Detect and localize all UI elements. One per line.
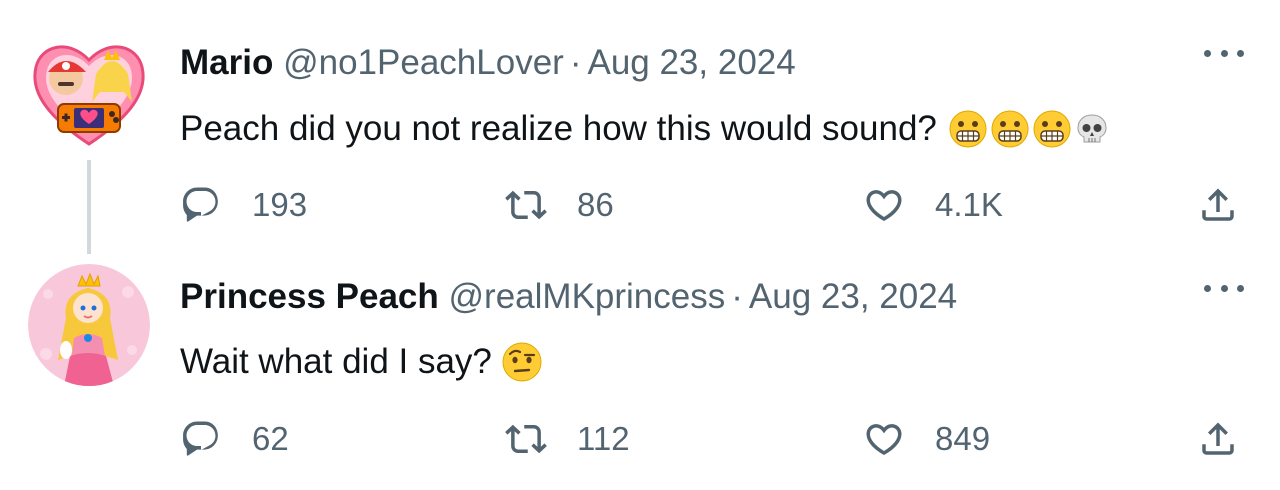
tweet-actions: 62 112 849 bbox=[180, 414, 1260, 464]
tweet-text-content: Wait what did I say? bbox=[180, 342, 492, 381]
reply-icon bbox=[183, 187, 218, 222]
user-handle[interactable]: @no1PeachLover bbox=[283, 43, 564, 82]
retweet-icon bbox=[505, 190, 547, 220]
reply-icon bbox=[183, 421, 218, 456]
tweet-header: Princess Peach @realMKprincess · Aug 23, 2… bbox=[180, 277, 957, 317]
more-options-icon[interactable] bbox=[1204, 45, 1244, 61]
timestamp[interactable]: Aug 23, 2024 bbox=[749, 277, 957, 316]
like-button[interactable]: 849 bbox=[863, 414, 990, 464]
face-with-raised-eyebrow-icon bbox=[502, 342, 542, 382]
tweet-text-content: Peach did you not realize how this would… bbox=[180, 109, 937, 148]
heart-icon bbox=[866, 190, 902, 222]
tweet[interactable]: Mario @no1PeachLover · Aug 23, 2024 Peach … bbox=[0, 0, 1280, 258]
share-icon bbox=[1202, 188, 1234, 221]
avatar[interactable] bbox=[28, 32, 150, 154]
more-options-icon[interactable] bbox=[1204, 280, 1244, 296]
retweet-button[interactable]: 112 bbox=[505, 414, 630, 464]
thread-line bbox=[87, 160, 91, 254]
like-button[interactable]: 4.1K bbox=[863, 180, 1003, 230]
reply-button[interactable]: 193 bbox=[180, 180, 307, 230]
display-name[interactable]: Princess Peach bbox=[180, 277, 439, 316]
reply-count: 193 bbox=[252, 186, 308, 223]
tweet-text: Peach did you not realize how this would… bbox=[180, 108, 1109, 150]
grimacing-face-icon bbox=[1033, 110, 1071, 148]
timestamp[interactable]: Aug 23, 2024 bbox=[587, 43, 795, 82]
user-handle[interactable]: @realMKprincess bbox=[449, 277, 726, 316]
share-button[interactable] bbox=[1197, 180, 1239, 230]
grimacing-face-icon bbox=[949, 110, 987, 148]
heart-icon bbox=[866, 424, 902, 456]
separator: · bbox=[731, 277, 743, 316]
like-count: 4.1K bbox=[935, 186, 1003, 223]
tweet-text: Wait what did I say? bbox=[180, 341, 542, 383]
tweet[interactable]: Princess Peach @realMKprincess · Aug 23, 2… bbox=[0, 258, 1280, 490]
reply-button[interactable]: 62 bbox=[180, 414, 289, 464]
grimacing-face-icon bbox=[991, 110, 1029, 148]
avatar[interactable] bbox=[28, 264, 150, 386]
share-button[interactable] bbox=[1197, 414, 1239, 464]
separator: · bbox=[569, 43, 582, 82]
tweet-header: Mario @no1PeachLover · Aug 23, 2024 bbox=[180, 43, 796, 83]
skull-icon bbox=[1075, 112, 1109, 146]
reply-count: 62 bbox=[252, 420, 289, 457]
like-count: 849 bbox=[935, 420, 991, 457]
tweet-actions: 193 86 4.1K bbox=[180, 180, 1260, 230]
retweet-icon bbox=[505, 424, 547, 454]
share-icon bbox=[1202, 422, 1234, 455]
retweet-button[interactable]: 86 bbox=[505, 180, 614, 230]
retweet-count: 86 bbox=[577, 186, 614, 223]
display-name[interactable]: Mario bbox=[180, 43, 273, 82]
retweet-count: 112 bbox=[577, 420, 630, 457]
